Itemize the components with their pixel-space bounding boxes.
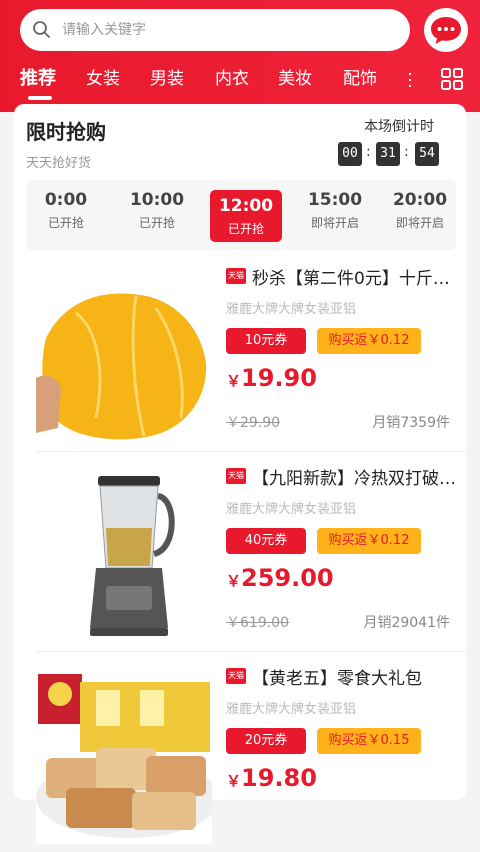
tab-accessories[interactable]: 配饰: [343, 64, 377, 89]
search-bar[interactable]: [20, 9, 410, 51]
slot-time: 15:00: [307, 190, 363, 210]
blender-product-image: [36, 468, 212, 644]
category-grid-icon[interactable]: [440, 67, 464, 91]
time-slot-bar: 0:00 已开抢 10:00 已开抢 12:00 已开抢 15:00 即将开启 …: [26, 180, 456, 250]
snack-product-image: [36, 668, 212, 844]
product-card[interactable]: 天猫 【黄老五】零食大礼包 雅鹿大牌大牌女装亚铝 20元券 购买返￥0.15 ￥…: [14, 656, 466, 852]
flash-sale-card: 限时抢购 天天抢好货 本场倒计时 00 : 31 : 54 0:00 已开抢 1…: [14, 104, 466, 844]
countdown-seconds: 54: [415, 142, 439, 166]
section-subtitle: 天天抢好货: [26, 156, 92, 171]
rebate-button[interactable]: 购买返￥0.12: [317, 528, 421, 554]
app-header: 推荐 女装 男装 内衣 美妆 配饰: [0, 0, 480, 112]
time-slot-0000[interactable]: 0:00 已开抢: [30, 188, 102, 231]
slot-time: 0:00: [44, 190, 88, 210]
tabs-separator: [409, 73, 411, 87]
search-input[interactable]: [62, 9, 392, 51]
product-title: 【九阳新款】冷热双打破壁机: [252, 469, 458, 489]
coupon-button[interactable]: 20元券: [226, 728, 306, 754]
divider: [36, 651, 466, 652]
tab-recommend[interactable]: 推荐: [20, 64, 56, 90]
product-price: ￥19.80: [226, 764, 317, 792]
price-value: 259.00: [241, 564, 334, 592]
price-symbol: ￥: [226, 572, 242, 590]
time-slot-1200[interactable]: 12:00 已开抢: [210, 190, 282, 242]
original-price: ￥619.00: [226, 615, 289, 631]
slot-status: 即将开启: [310, 216, 359, 230]
slot-status: 已开抢: [47, 216, 84, 230]
tab-men[interactable]: 男装: [150, 64, 184, 89]
tmall-badge: 天猫: [226, 468, 246, 484]
chat-bubble-icon: [431, 17, 461, 44]
coupon-button[interactable]: 10元券: [226, 328, 306, 354]
active-tab-indicator: [28, 96, 52, 100]
price-symbol: ￥: [226, 772, 242, 790]
price-symbol: ￥: [226, 372, 242, 390]
tab-beauty[interactable]: 美妆: [278, 64, 312, 89]
countdown-label: 本场倒计时: [364, 119, 434, 135]
price-value: 19.80: [241, 764, 317, 792]
product-shop: 雅鹿大牌大牌女装亚铝: [226, 702, 357, 717]
product-price: ￥19.90: [226, 364, 317, 392]
product-title: 【黄老五】零食大礼包: [252, 669, 422, 689]
time-slot-1000[interactable]: 10:00 已开抢: [121, 188, 193, 231]
tmall-badge: 天猫: [226, 668, 246, 684]
tmall-badge: 天猫: [226, 268, 246, 284]
time-slot-1500[interactable]: 15:00 即将开启: [299, 188, 371, 231]
product-card[interactable]: 天猫 【九阳新款】冷热双打破壁机 雅鹿大牌大牌女装亚铝 40元券 购买返￥0.1…: [14, 456, 466, 652]
slot-status: 已开抢: [227, 222, 264, 236]
monthly-sales: 月销29041件: [363, 615, 450, 631]
product-shop: 雅鹿大牌大牌女装亚铝: [226, 302, 357, 317]
countdown-colon: :: [404, 144, 409, 160]
product-shop: 雅鹿大牌大牌女装亚铝: [226, 502, 357, 517]
countdown-colon: :: [366, 144, 371, 160]
rebate-button[interactable]: 购买返￥0.15: [317, 728, 421, 754]
message-button[interactable]: [424, 8, 468, 52]
price-value: 19.90: [241, 364, 317, 392]
orange-product-image: [36, 268, 212, 444]
rebate-button[interactable]: 购买返￥0.12: [317, 328, 421, 354]
countdown-minutes: 31: [376, 142, 400, 166]
slot-time: 20:00: [392, 190, 448, 210]
divider: [36, 451, 466, 452]
search-icon: [33, 21, 50, 38]
slot-status: 即将开启: [395, 216, 444, 230]
tab-women[interactable]: 女装: [86, 64, 120, 89]
slot-status: 已开抢: [138, 216, 175, 230]
original-price: ￥29.90: [226, 415, 281, 431]
coupon-button[interactable]: 40元券: [226, 528, 306, 554]
product-price: ￥259.00: [226, 564, 334, 592]
category-tabs: 推荐 女装 男装 内衣 美妆 配饰: [0, 58, 480, 108]
countdown-hours: 00: [338, 142, 362, 166]
slot-time: 10:00: [129, 190, 185, 210]
time-slot-2000[interactable]: 20:00 即将开启: [384, 188, 456, 231]
section-title: 限时抢购: [26, 120, 106, 144]
monthly-sales: 月销7359件: [372, 415, 450, 431]
tab-underwear[interactable]: 内衣: [215, 64, 249, 89]
slot-time: 12:00: [218, 196, 274, 216]
product-title: 秒杀【第二件0元】十斤装新鲜橙子: [252, 269, 458, 289]
product-card[interactable]: 天猫 秒杀【第二件0元】十斤装新鲜橙子 雅鹿大牌大牌女装亚铝 10元券 购买返￥…: [14, 256, 466, 452]
